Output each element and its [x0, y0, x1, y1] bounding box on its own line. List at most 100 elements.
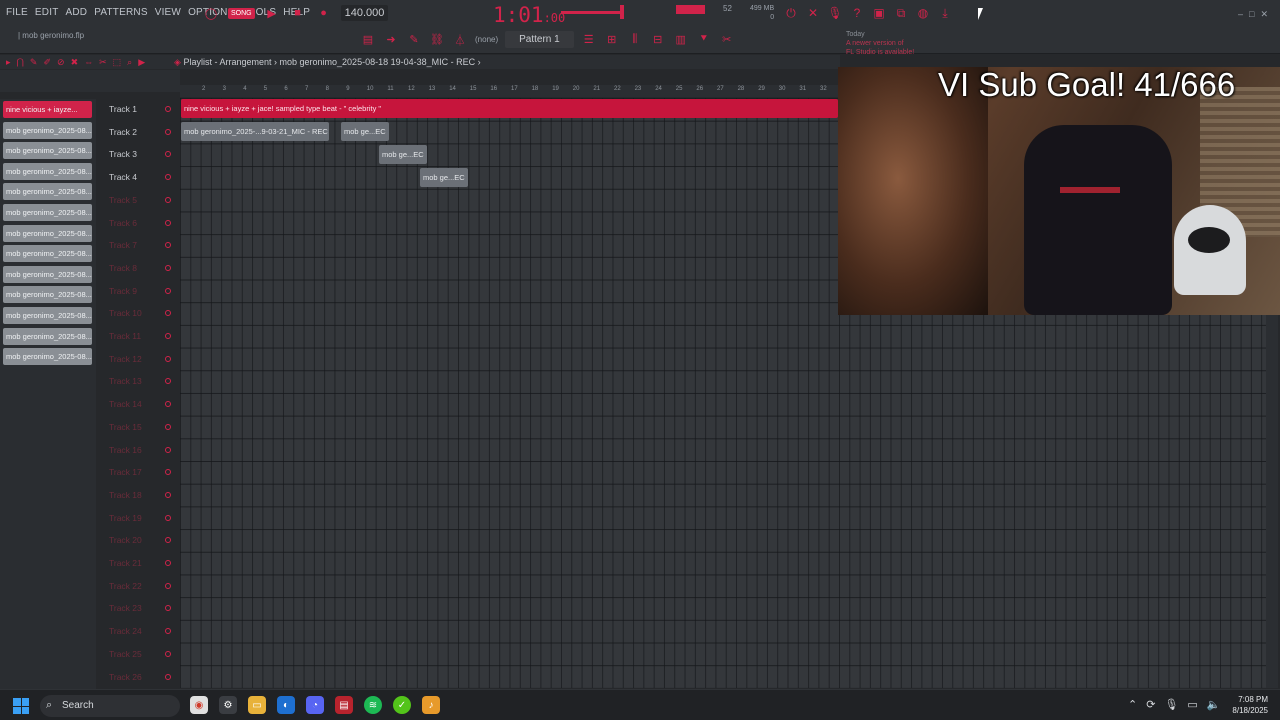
track-mute-icon[interactable] [165, 174, 171, 181]
discord-icon[interactable]: ◔ [306, 696, 324, 714]
media-app-icon[interactable]: ▤ [335, 696, 353, 714]
paint-tool-icon[interactable]: ✐ [43, 57, 51, 68]
slice-tool-icon[interactable]: ✂ [99, 57, 107, 68]
track-mute-icon[interactable] [165, 128, 171, 135]
picker-clip[interactable]: mob geronimo_2025-08... [3, 204, 92, 221]
menu-add[interactable]: ADD [66, 7, 88, 18]
track-header[interactable]: Track 13 [105, 371, 178, 393]
picker-clip[interactable]: nine vicious + iayze... [3, 101, 92, 118]
menu-patterns[interactable]: PATTERNS [94, 7, 147, 18]
delete-tool-icon[interactable]: ⊘ [57, 57, 65, 68]
mic-tray-icon[interactable]: 🎙 [1164, 698, 1178, 711]
link-icon[interactable]: ⛓ [429, 32, 445, 48]
track-mute-icon[interactable] [165, 310, 171, 317]
track-header[interactable]: Track 10 [105, 303, 178, 325]
track-mute-icon[interactable] [165, 333, 171, 339]
track-mute-icon[interactable] [165, 264, 171, 271]
track-header[interactable]: Track 7 [105, 235, 178, 257]
track-mute-icon[interactable] [165, 446, 171, 453]
play-tool-icon[interactable]: ▶ [138, 57, 145, 68]
taskbar-search[interactable]: ⌕ Search [40, 695, 180, 717]
track-header[interactable]: Track 3 [105, 144, 178, 166]
picker-clip[interactable]: mob geronimo_2025-08... [3, 224, 92, 242]
track-mute-icon[interactable] [165, 514, 171, 521]
volume-icon[interactable]: 🔈 [1207, 698, 1221, 711]
news-panel[interactable]: Today A newer version of FL Studio is av… [846, 30, 914, 57]
pencil-icon[interactable]: ✎ [406, 32, 422, 48]
draw-tool-icon[interactable]: ✎ [30, 57, 38, 68]
track-header[interactable]: Track 9 [105, 281, 178, 303]
audio-clip-rec-1[interactable]: mob geronimo_2025-...9-03-21_MIC - REC [181, 122, 329, 141]
track-header[interactable]: Track 20 [105, 530, 178, 552]
play-icon[interactable]: ▶ [263, 4, 281, 22]
picker-clip[interactable]: mob geronimo_2025-08... [3, 245, 92, 263]
arrow-right-icon[interactable]: ➜ [383, 32, 399, 48]
master-volume-slider[interactable] [561, 11, 623, 14]
picker-clip[interactable]: mob geronimo_2025-08... [3, 142, 92, 160]
select-tool-icon[interactable]: ⬚ [113, 57, 122, 68]
track-header[interactable]: Track 17 [105, 462, 178, 484]
picker-clip[interactable]: mob geronimo_2025-08... [3, 348, 92, 366]
track-mute-icon[interactable] [165, 106, 171, 112]
maximize-icon[interactable]: □ [1249, 9, 1254, 20]
tempo-display[interactable]: 140.000 [340, 5, 389, 21]
track-header[interactable]: Track 19 [105, 508, 178, 530]
picker-clip[interactable]: mob geronimo_2025-08... [3, 121, 92, 139]
picker-clip[interactable]: mob geronimo_2025-08... [3, 265, 92, 283]
display-icon[interactable]: ▭ [1187, 698, 1197, 711]
metronome-icon[interactable]: ⏃ [452, 32, 468, 48]
plugin-icon[interactable]: ⧉ [893, 5, 909, 21]
track-mute-icon[interactable] [165, 196, 171, 203]
picker-clip[interactable]: mob geronimo_2025-08... [3, 327, 92, 345]
track-mute-icon[interactable] [165, 605, 171, 612]
microphone-icon[interactable]: 🎙 [827, 5, 843, 21]
track-mute-icon[interactable] [165, 560, 171, 566]
track-header[interactable]: Track 5 [105, 190, 178, 212]
track-mute-icon[interactable] [165, 582, 171, 589]
track-header[interactable]: Track 11 [105, 326, 178, 348]
track-mute-icon[interactable] [165, 355, 171, 362]
taskbar-clock[interactable]: 7:08 PM 8/18/2025 [1222, 694, 1268, 716]
track-header[interactable]: Track 2 [105, 122, 178, 144]
playlist-arrows-icon[interactable]: ◈ [174, 57, 181, 67]
track-mute-icon[interactable] [165, 151, 171, 158]
track-header[interactable]: Track 15 [105, 417, 178, 439]
pattern-selector[interactable]: Pattern 1 [505, 31, 574, 48]
track-mute-icon[interactable] [165, 378, 171, 385]
track-header[interactable]: Track 18 [105, 485, 178, 507]
help-icon[interactable]: ? [849, 5, 865, 21]
track-header[interactable]: Track 22 [105, 576, 178, 598]
channel-rack-icon[interactable]: ⊞ [604, 32, 620, 48]
stop-icon[interactable]: ■ [289, 4, 307, 22]
close-icon[interactable]: ✕ [805, 5, 821, 21]
folder-icon[interactable]: ▭ [248, 696, 266, 714]
track-header[interactable]: Track 4 [105, 167, 178, 189]
track-header[interactable]: Track 24 [105, 621, 178, 643]
track-mute-icon[interactable] [165, 401, 171, 408]
browser-icon[interactable]: ⊟ [650, 32, 666, 48]
spotify-icon[interactable]: ≋ [364, 696, 382, 714]
picker-clip[interactable]: mob geronimo_2025-08... [3, 162, 92, 180]
picker-clip[interactable]: mob geronimo_2025-08... [3, 183, 92, 201]
track-header[interactable]: Track 1 [105, 99, 178, 121]
record-icon[interactable]: ● [315, 4, 333, 22]
edge-icon[interactable]: ◐ [277, 696, 295, 714]
master-volume-handle[interactable] [620, 5, 624, 19]
audio-clip-rec-3[interactable]: mob ge...EC [379, 145, 427, 164]
playlist-icon[interactable]: ☰ [581, 32, 597, 48]
settings-icon[interactable]: ⚙ [219, 696, 237, 714]
loop-icon[interactable]: ◯ [202, 4, 220, 22]
zoom-tool-icon[interactable]: ⌕ [127, 57, 132, 68]
chevron-up-icon[interactable]: ⌃ [1128, 698, 1137, 711]
track-header[interactable]: Track 16 [105, 440, 178, 462]
track-mute-icon[interactable] [165, 628, 171, 635]
power-icon[interactable]: ⏻ [783, 5, 799, 21]
track-header[interactable]: Track 26 [105, 667, 178, 689]
timeline-ruler[interactable]: 2 3 4 5 6 7 8 9 10 11 12 13 14 15 16 17 18 19 20 21 22 23 24 25… [180, 85, 840, 97]
track-mute-icon[interactable] [165, 287, 171, 294]
minimize-icon[interactable]: – [1238, 9, 1243, 20]
audio-clip-rec-4[interactable]: mob ge...EC [420, 168, 468, 187]
track-mute-icon[interactable] [165, 423, 171, 430]
mixer-icon[interactable]: ⫼ [627, 32, 643, 48]
song-position-display[interactable]: 1:01:00 [493, 3, 565, 27]
